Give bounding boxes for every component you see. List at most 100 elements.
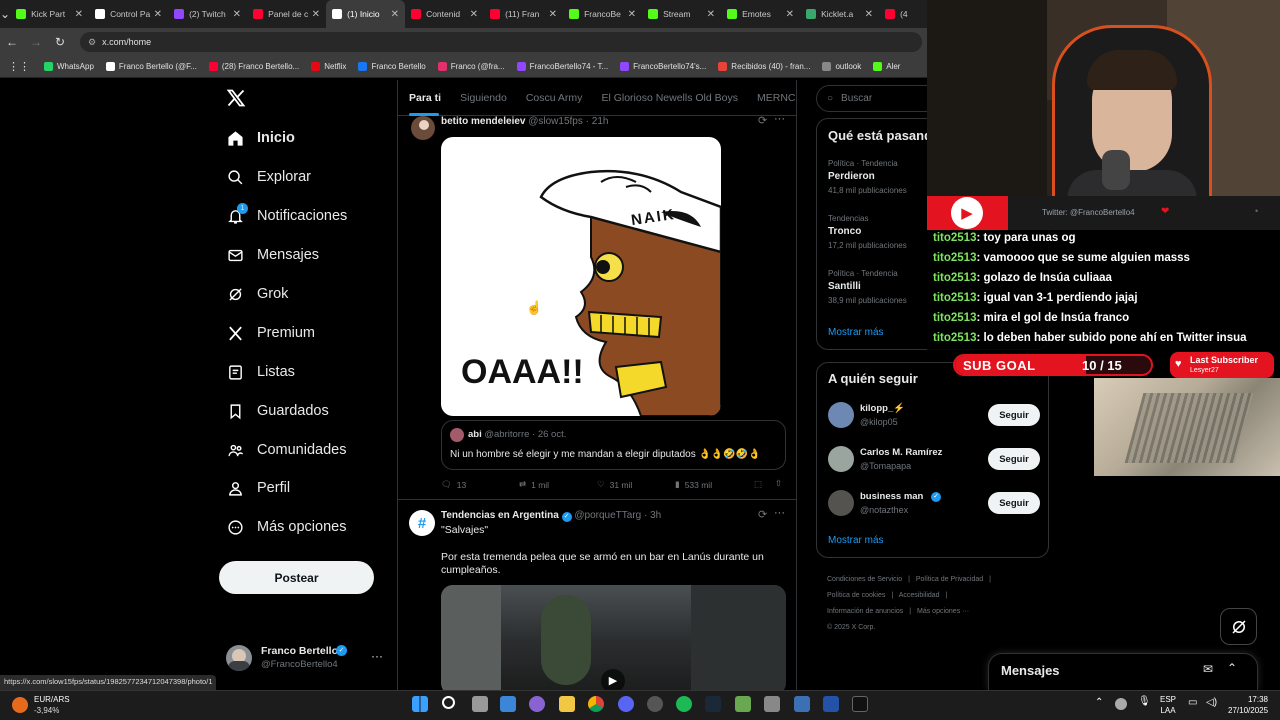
- forward-icon[interactable]: →: [24, 35, 48, 49]
- trend-item[interactable]: Tendencias Tronco 17,2 mil publicaciones: [828, 214, 907, 250]
- expand-drawer-icon[interactable]: ⌃: [1227, 661, 1237, 675]
- browser-tab[interactable]: (2) Twitch ✕: [168, 0, 247, 28]
- outlook-icon[interactable]: [823, 696, 839, 712]
- tab-close-icon[interactable]: ✕: [786, 9, 794, 20]
- tweet-author-name[interactable]: Tendencias en Argentina: [441, 510, 559, 521]
- tweet-author-name[interactable]: betito mendeleiev: [441, 116, 525, 127]
- footer-accessibility-link[interactable]: Accesibilidad: [899, 592, 940, 599]
- bookmark-item[interactable]: FrancoBertello74 - T...: [516, 62, 608, 71]
- task-view-icon[interactable]: [472, 696, 488, 712]
- app-icon[interactable]: [647, 696, 663, 712]
- tweet-time[interactable]: · 21h: [586, 116, 609, 127]
- nav-notifications[interactable]: 1 Notificaciones: [226, 203, 347, 225]
- bookmark-item[interactable]: Franco Bertello: [358, 62, 426, 71]
- trend-item[interactable]: Política · Tendencia Santilli 38,9 mil p…: [828, 269, 907, 305]
- grok-floating-button[interactable]: [1220, 608, 1257, 645]
- microphone-icon[interactable]: 🎙: [1138, 696, 1151, 707]
- nav-messages[interactable]: Mensajes: [226, 246, 319, 264]
- browser-tab[interactable]: Kick Part ✕: [10, 0, 89, 28]
- grok-icon[interactable]: ⟳: [758, 114, 767, 127]
- weather-widget[interactable]: EUR/ARS -3,94%: [10, 692, 90, 718]
- bookmark-item[interactable]: Recibidos (40) - fran...: [718, 62, 810, 71]
- browser-tab[interactable]: Panel de c ✕: [247, 0, 326, 28]
- bookmark-item[interactable]: WhatsApp: [44, 62, 94, 71]
- windows-start-icon[interactable]: [412, 696, 428, 712]
- tweet-more-icon[interactable]: ···: [774, 507, 785, 519]
- obs-icon[interactable]: [529, 696, 545, 712]
- url-input[interactable]: ⚙ x.com/home: [80, 32, 922, 52]
- browser-tab[interactable]: (11) Fran ✕: [484, 0, 563, 28]
- tab-search-chevron-icon[interactable]: ⌄: [0, 7, 10, 21]
- network-icon[interactable]: ▭: [1188, 697, 1197, 708]
- account-more-icon[interactable]: ···: [371, 649, 383, 663]
- tab-close-icon[interactable]: ✕: [75, 9, 83, 20]
- bookmark-item[interactable]: Netflix: [311, 62, 346, 71]
- tab-coscu-army[interactable]: Coscu Army: [526, 92, 583, 104]
- bookmark-item[interactable]: outlook: [822, 62, 861, 71]
- monitor-icon[interactable]: [794, 696, 810, 712]
- follow-suggestion[interactable]: business man ✓ @notazthex Seguir: [817, 487, 1050, 519]
- tweet[interactable]: betito mendeleiev @slow15fps · 21h ⟳ ···…: [398, 113, 796, 500]
- chrome-icon[interactable]: [588, 696, 604, 712]
- tweet-image[interactable]: NAIK OAAA!!: [441, 137, 721, 416]
- tab-close-icon[interactable]: ✕: [707, 9, 715, 20]
- follow-button[interactable]: Seguir: [988, 492, 1040, 514]
- tweet-author-handle[interactable]: @porqueTTarg: [574, 510, 641, 521]
- tab-close-icon[interactable]: ✕: [312, 9, 320, 20]
- avatar[interactable]: [411, 116, 435, 140]
- spotify-icon[interactable]: [676, 696, 692, 712]
- tab-close-icon[interactable]: ✕: [470, 9, 478, 20]
- epic-games-icon[interactable]: [852, 696, 868, 712]
- follow-show-more-link[interactable]: Mostrar más: [828, 535, 884, 546]
- nav-profile[interactable]: Perfil: [226, 479, 290, 497]
- tab-close-icon[interactable]: ✕: [233, 9, 241, 20]
- tray-app-icon[interactable]: [1115, 698, 1127, 710]
- browser-tab[interactable]: Stream ✕: [642, 0, 721, 28]
- post-button[interactable]: Postear: [219, 561, 374, 594]
- follow-suggestion[interactable]: Carlos M. Ramírez @Tomapapa Seguir: [817, 443, 1050, 475]
- reply-button[interactable]: 🗨 13: [441, 479, 466, 490]
- account-switcher[interactable]: Franco Bertello ✓ @FrancoBertello4 ···: [226, 643, 386, 673]
- bookmark-item[interactable]: (28) Franco Bertello...: [208, 62, 299, 71]
- reload-icon[interactable]: ↻: [48, 35, 72, 49]
- follow-button[interactable]: Seguir: [988, 404, 1040, 426]
- tray-chevron-icon[interactable]: ⌃: [1095, 697, 1103, 708]
- clock[interactable]: 17:38 27/10/2025: [1228, 694, 1268, 716]
- new-message-icon[interactable]: ✉: [1203, 662, 1213, 676]
- bookmark-item[interactable]: FrancoBertello74's...: [620, 62, 706, 71]
- nav-communities[interactable]: Comunidades: [226, 441, 346, 459]
- x-logo-icon[interactable]: [226, 88, 246, 108]
- tweet[interactable]: # Tendencias en Argentina ✓ @porqueTTarg…: [398, 507, 796, 690]
- tweet-author-handle[interactable]: @slow15fps: [528, 116, 583, 127]
- nav-explore[interactable]: Explorar: [226, 168, 311, 186]
- discord-icon[interactable]: [618, 696, 634, 712]
- tweet-time[interactable]: · 3h: [644, 510, 661, 521]
- bookmark-item[interactable]: Aler: [873, 62, 900, 71]
- trends-show-more-link[interactable]: Mostrar más: [828, 327, 884, 338]
- play-icon[interactable]: ▶: [601, 669, 625, 690]
- share-icon[interactable]: ⇧: [775, 478, 782, 489]
- nav-bookmarks[interactable]: Guardados: [226, 402, 329, 420]
- repost-button[interactable]: ⇄ 1 mil: [519, 479, 549, 490]
- follow-suggestion[interactable]: kilopp_⚡ @kilop05 Seguir: [817, 399, 1050, 431]
- nav-home[interactable]: Inicio: [226, 129, 295, 147]
- browser-tab[interactable]: (1) Inicio ✕: [326, 0, 406, 28]
- footer-cookies-link[interactable]: Política de cookies: [827, 592, 885, 599]
- browser-tab[interactable]: Contenid ✕: [405, 0, 484, 28]
- browser-tab[interactable]: Emotes ✕: [721, 0, 800, 28]
- trend-item[interactable]: Política · Tendencia Perdieron 41,8 mil …: [828, 159, 907, 195]
- app-icon[interactable]: [735, 696, 751, 712]
- grok-icon[interactable]: ⟳: [758, 508, 767, 521]
- nav-grok[interactable]: Grok: [226, 285, 288, 303]
- follow-button[interactable]: Seguir: [988, 448, 1040, 470]
- tab-para-ti[interactable]: Para ti: [409, 92, 441, 104]
- tab-newells[interactable]: El Glorioso Newells Old Boys: [601, 92, 738, 104]
- file-explorer-icon[interactable]: [559, 696, 575, 712]
- bookmark-item[interactable]: Franco (@fra...: [437, 62, 505, 71]
- browser-tab[interactable]: Kicklet.a ✕: [800, 0, 879, 28]
- back-icon[interactable]: ←: [0, 35, 24, 49]
- volume-icon[interactable]: ◁): [1206, 697, 1217, 708]
- footer-more-link[interactable]: Más opciones ···: [917, 608, 969, 615]
- language-indicator[interactable]: ESP LAA: [1160, 694, 1176, 716]
- footer-terms-link[interactable]: Condiciones de Servicio: [827, 576, 902, 583]
